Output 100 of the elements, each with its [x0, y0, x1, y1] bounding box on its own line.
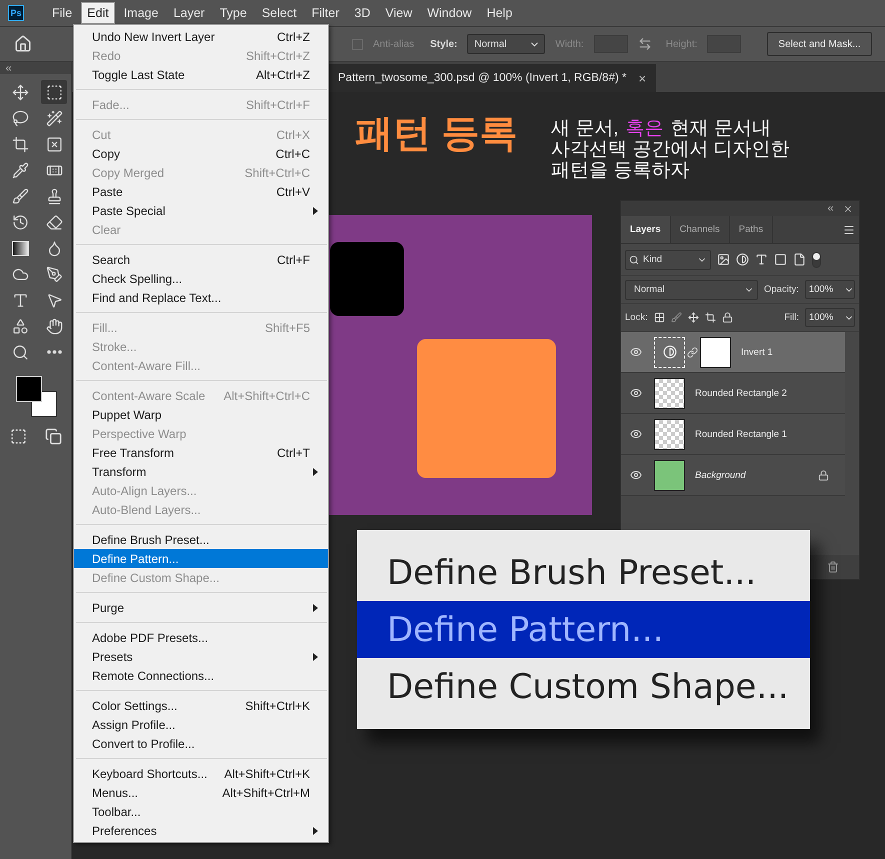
menu-entry[interactable]: Toggle Last State Alt+Ctrl+Z	[74, 65, 328, 84]
menu-entry[interactable]: Adobe PDF Presets...	[74, 628, 328, 647]
layer-name: Invert 1	[741, 346, 774, 358]
document-tab[interactable]: Pattern_twosome_300.psd @ 100% (Invert 1, RGB/8#) * ×	[328, 64, 656, 92]
menu-entry[interactable]: Convert to Profile...	[74, 734, 328, 753]
lock-artboard-icon[interactable]	[704, 312, 716, 323]
shape-filter-icon[interactable]	[774, 253, 787, 266]
annotation-line: 새 문서, 혹은 현재 문서내	[551, 118, 772, 139]
menu-entry[interactable]: Undo New Invert Layer Ctrl+Z	[74, 27, 328, 46]
pen-icon	[46, 266, 62, 282]
menu-item[interactable]: Layer	[167, 2, 211, 24]
menu-entry[interactable]: Keyboard Shortcuts... Alt+Shift+Ctrl+K	[74, 764, 328, 783]
layer-row[interactable]: Background	[621, 455, 845, 496]
menu-item[interactable]: File	[46, 2, 78, 24]
lock-all-icon[interactable]	[722, 312, 733, 323]
menu-item[interactable]: Type	[214, 2, 253, 24]
eraser-icon	[46, 214, 62, 230]
menu-item[interactable]: Window	[421, 2, 478, 24]
layer-row[interactable]: Invert 1	[621, 332, 845, 373]
menu-entry[interactable]: Paste Special	[74, 201, 328, 220]
smart-object-filter-icon[interactable]	[793, 253, 806, 266]
adjustment-filter-icon[interactable]	[736, 253, 749, 266]
menu-entry[interactable]: Toolbar...	[74, 802, 328, 821]
menu-item[interactable]: Filter	[306, 2, 346, 24]
layer-row[interactable]: Rounded Rectangle 1	[621, 414, 845, 455]
annotation-title: 패턴 등록	[355, 112, 518, 157]
color-swatches-drawing[interactable]	[16, 376, 58, 418]
fill-field[interactable]: 100%	[805, 308, 855, 327]
layer-name: Background	[695, 470, 747, 480]
panel-tab[interactable]: Paths	[730, 216, 774, 243]
menu-entry[interactable]: Copy Ctrl+C	[74, 144, 328, 163]
layer-name: Rounded Rectangle 1	[695, 428, 788, 440]
filter-toggle[interactable]	[812, 252, 821, 268]
menu-entry[interactable]: Define Brush Preset...	[74, 530, 328, 549]
type-filter-icon[interactable]	[755, 253, 768, 266]
type-icon	[12, 292, 28, 308]
trash-icon[interactable]	[827, 561, 839, 573]
menu-item[interactable]: Edit	[81, 2, 115, 24]
panel-tab[interactable]: Channels	[670, 216, 730, 243]
menu-item[interactable]: Image	[118, 2, 164, 24]
close-icon[interactable]	[843, 204, 853, 214]
dashed-square-icon	[46, 84, 62, 100]
panel-tab[interactable]: Layers	[621, 216, 671, 243]
hand-icon	[46, 318, 62, 334]
lock-transparency-icon[interactable]	[654, 312, 665, 323]
style-dropdown[interactable]: Normal	[467, 34, 546, 54]
menu-entry[interactable]: Preferences	[74, 821, 328, 840]
blend-mode-dropdown[interactable]: Normal	[625, 280, 758, 300]
app-logo[interactable]: Ps	[8, 5, 24, 21]
lock-position-icon[interactable]	[688, 312, 699, 323]
frame-icon	[46, 136, 62, 152]
lock-brush-icon[interactable]	[670, 312, 682, 323]
menu-entry[interactable]: Puppet Warp	[74, 405, 328, 424]
mask-thumbnail	[700, 336, 731, 368]
eye-icon[interactable]	[630, 346, 642, 358]
menu-entry[interactable]: Define Pattern...	[74, 549, 328, 568]
menu-entry[interactable]: Color Settings... Shift+Ctrl+K	[74, 696, 328, 715]
layer-thumbnail	[654, 460, 685, 490]
opacity-field[interactable]: 100%	[804, 280, 855, 299]
select-and-mask-button[interactable]: Select and Mask...	[767, 32, 872, 56]
menu-item[interactable]: 3D	[348, 2, 376, 24]
menu-entry[interactable]: Remote Connections...	[74, 666, 328, 685]
collapse-icon[interactable]	[826, 204, 835, 213]
quick-mask-icon[interactable]	[10, 428, 27, 445]
menu-entry[interactable]: Presets	[74, 647, 328, 666]
menu-entry[interactable]: Find and Replace Text...	[74, 288, 328, 307]
eyedropper-icon	[12, 162, 28, 178]
screen-mode-icon[interactable]	[45, 428, 62, 445]
close-button[interactable]: ×	[638, 70, 646, 86]
swap-icon[interactable]	[638, 37, 652, 51]
tool-button[interactable]	[41, 80, 67, 104]
document-title: Pattern_twosome_300.psd @ 100% (Invert 1, RGB/8#) *	[338, 72, 626, 84]
menu-item[interactable]: Help	[480, 2, 518, 24]
lock-label: Lock:	[625, 312, 648, 323]
eye-icon[interactable]	[630, 428, 642, 440]
menu-icon[interactable]	[843, 224, 855, 236]
menu-entry[interactable]: Transform	[74, 462, 328, 481]
menu-entry[interactable]: Paste Ctrl+V	[74, 182, 328, 201]
shape-thumbnail	[654, 418, 685, 450]
menu-entry[interactable]: Purge	[74, 598, 328, 617]
home-icon[interactable]	[14, 35, 32, 53]
shape-icon	[12, 318, 28, 334]
lasso-icon	[12, 110, 28, 126]
menu-entry[interactable]: Search Ctrl+F	[74, 250, 328, 269]
image-filter-icon[interactable]	[717, 253, 730, 266]
layer-row[interactable]: Rounded Rectangle 2	[621, 373, 845, 414]
opacity-label: Opacity:	[764, 284, 799, 295]
eye-icon[interactable]	[630, 387, 642, 399]
menu-item[interactable]: View	[379, 2, 418, 24]
eye-icon[interactable]	[630, 469, 642, 481]
blend-mode-value: Normal	[634, 284, 665, 295]
menu-item[interactable]: Select	[256, 2, 303, 24]
menu-entry[interactable]: Assign Profile...	[74, 715, 328, 734]
menu-entry[interactable]: Menus... Alt+Shift+Ctrl+M	[74, 783, 328, 802]
layer-name: Rounded Rectangle 2	[695, 388, 788, 398]
fill-label: Fill:	[784, 312, 799, 323]
filter-dropdown[interactable]: Kind	[625, 250, 711, 270]
menu-entry[interactable]: Free Transform Ctrl+T	[74, 443, 328, 462]
collapse-icon[interactable]	[4, 64, 13, 72]
menu-entry[interactable]: Check Spelling...	[74, 269, 328, 288]
